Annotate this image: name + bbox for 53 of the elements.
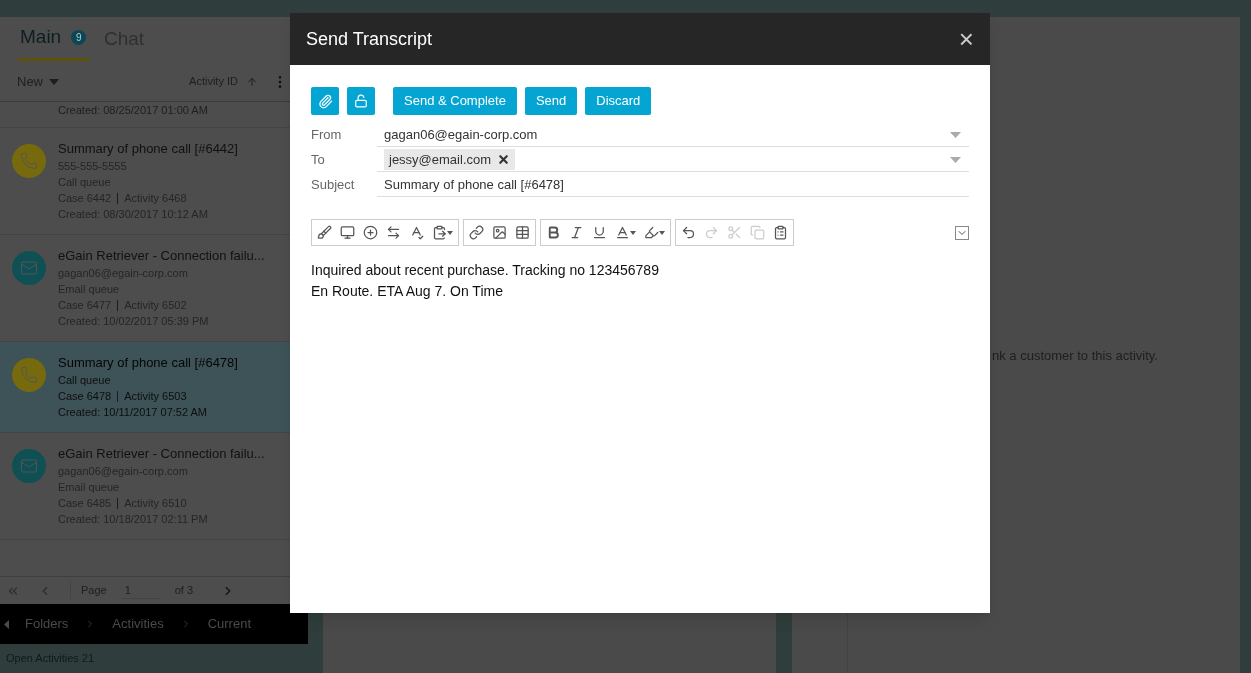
font-color-icon[interactable] xyxy=(615,225,636,240)
count-badge: 9 xyxy=(71,30,87,45)
bold-icon[interactable] xyxy=(546,225,561,240)
dialog-title: Send Transcript xyxy=(306,27,434,51)
field-label: To xyxy=(311,151,326,170)
body-line: En Route. ETA Aug 7. On Time xyxy=(311,282,504,301)
undo-icon[interactable] xyxy=(681,225,696,240)
image-icon[interactable] xyxy=(492,225,507,240)
sender-field[interactable]: gagan06@egain-corp.com xyxy=(377,123,969,147)
activity-item[interactable]: Summary of phone call [#6478] Call queue Case 6478 Activity 6503 Created: 10/11/2017 07:52 AM xyxy=(0,342,290,433)
envelope-icon xyxy=(12,449,46,483)
monitor-icon[interactable] xyxy=(340,225,355,240)
tab[interactable]: Main 9 xyxy=(18,17,90,61)
recipient-field[interactable]: jessy@email.com xyxy=(377,148,969,172)
field-label: From xyxy=(311,126,343,145)
spellcheck-icon[interactable] xyxy=(409,225,424,240)
activity-title: Summary of phone call [#6478] xyxy=(58,354,238,372)
field-label: Subject xyxy=(311,176,356,195)
recipient-chip[interactable]: jessy@email.com xyxy=(384,148,516,171)
attach-button[interactable] xyxy=(311,87,339,115)
link-icon[interactable] xyxy=(469,225,484,240)
created-date: Created: 10/11/2017 07:52 AM xyxy=(58,405,208,420)
body-line: Inquired about recent purchase. Tracking no 123456789 xyxy=(311,261,660,280)
table-icon[interactable] xyxy=(515,225,530,240)
envelope-icon xyxy=(12,251,46,285)
highlight-icon[interactable] xyxy=(644,225,665,240)
message-body[interactable]: Inquired about recent purchase. Tracking no 123456789 En Route. ETA Aug 7. On Time xyxy=(311,260,969,302)
activity-title: Summary of phone call [#6442] xyxy=(58,140,238,158)
unlock-icon[interactable] xyxy=(354,94,368,108)
breadcrumb-link[interactable]: Folders xyxy=(25,614,69,634)
paperclip-icon[interactable] xyxy=(317,93,333,109)
underline-icon[interactable] xyxy=(592,225,607,240)
close-button[interactable]: × xyxy=(958,26,974,52)
activity-queue: Call queue xyxy=(58,373,112,388)
breadcrumb-link[interactable]: Activities xyxy=(112,614,164,634)
expand-toolbar-icon[interactable] xyxy=(955,225,969,240)
action-button[interactable]: Discard xyxy=(585,87,652,115)
plus-icon[interactable] xyxy=(363,225,378,240)
paste-icon[interactable] xyxy=(432,225,453,240)
subject-field[interactable]: Summary of phone call [#6478] xyxy=(377,173,969,197)
italic-icon[interactable] xyxy=(569,225,584,240)
activity-title: eGain Retriever - Connection failu... xyxy=(58,247,265,265)
activity-number: Activity 6503 xyxy=(124,389,187,404)
clipboard-icon[interactable] xyxy=(773,225,788,240)
activity-title: eGain Retriever - Connection failu... xyxy=(58,445,265,463)
remove-icon[interactable] xyxy=(497,153,511,166)
arrows-icon[interactable] xyxy=(386,225,401,240)
breadcrumb-link[interactable]: Current xyxy=(207,614,251,634)
phone-icon xyxy=(12,144,46,178)
action-button[interactable]: Send xyxy=(524,87,578,115)
action-button[interactable]: Send & Complete xyxy=(393,87,517,115)
case-number: Case 6478 xyxy=(58,389,112,404)
phone-icon xyxy=(12,358,46,392)
